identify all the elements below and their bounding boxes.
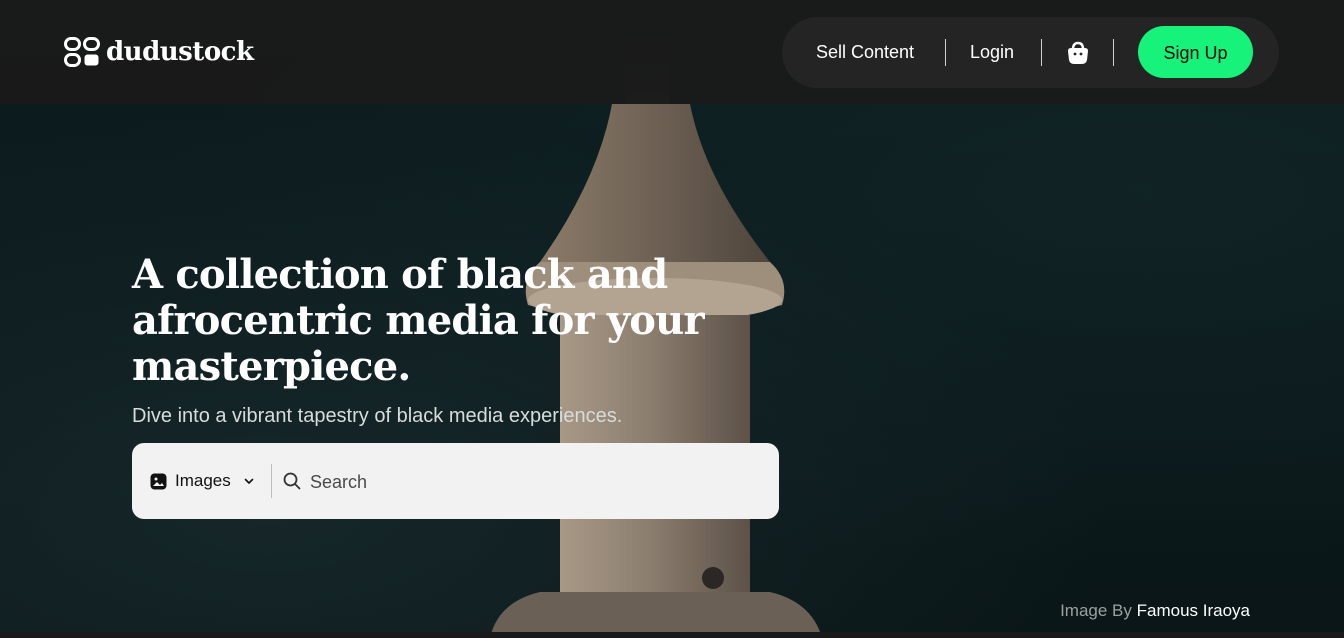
brand-name: dudustock [106,37,254,67]
search-bar: Images [132,443,779,519]
nav-divider [1113,39,1114,66]
top-nav: Sell Content Login Sign Up [782,17,1279,88]
chevron-down-icon [244,478,254,484]
login-link[interactable]: Login [970,17,1014,88]
media-type-dropdown[interactable]: Images [150,443,255,519]
bottom-edge [0,632,1344,638]
nav-divider [1041,39,1042,66]
sign-up-button[interactable]: Sign Up [1138,26,1253,78]
credit-author-link[interactable]: Famous Iraoya [1137,601,1250,620]
hero-subtitle: Dive into a vibrant tapestry of black me… [132,405,623,427]
media-type-label: Images [175,471,231,490]
search-icon [283,472,301,490]
credit-prefix: Image By [1060,601,1132,620]
image-credit: Image By Famous Iraoya [1060,601,1250,621]
logo-mark-icon [64,37,100,67]
search-input[interactable] [308,461,752,503]
shopping-bag-icon[interactable] [1065,40,1091,66]
hero-headline: A collection of black and afrocentric me… [132,251,705,390]
image-icon [150,473,167,489]
brand-logo[interactable]: dudustock [64,36,254,68]
nav-divider [945,39,946,66]
search-divider [271,464,272,498]
site-header: dudustock Sell Content Login Sign Up [0,0,1344,104]
sell-content-link[interactable]: Sell Content [816,17,914,88]
